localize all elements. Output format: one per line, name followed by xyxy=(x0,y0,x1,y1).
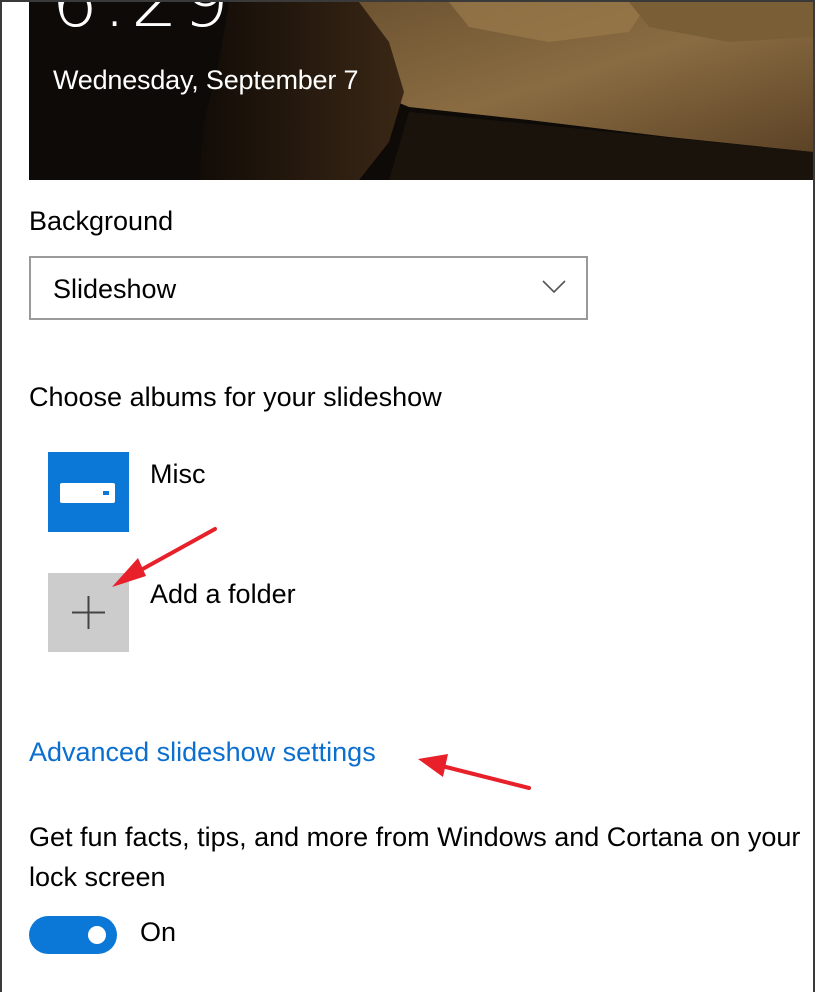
background-label: Background xyxy=(29,206,174,236)
fun-facts-description: Get fun facts, tips, and more from Windo… xyxy=(29,822,801,892)
plus-icon xyxy=(72,596,105,629)
background-dropdown[interactable]: Slideshow xyxy=(29,256,588,320)
drive-led xyxy=(103,491,109,495)
fun-facts-toggle-state: On xyxy=(140,917,177,947)
albums-heading: Choose albums for your slideshow xyxy=(29,382,442,412)
add-folder-label[interactable]: Add a folder xyxy=(150,579,296,610)
lock-screen-settings-panel: 6:29 Wednesday, September 7 Background S… xyxy=(0,0,815,992)
lock-screen-preview: 6:29 Wednesday, September 7 xyxy=(29,2,813,180)
background-dropdown-value: Slideshow xyxy=(53,274,177,304)
album-label-misc: Misc xyxy=(150,459,206,489)
arrow-to-advanced-link xyxy=(418,754,531,790)
advanced-slideshow-settings-link[interactable]: Advanced slideshow settings xyxy=(29,737,376,768)
chevron-down-icon xyxy=(542,280,566,294)
fun-facts-toggle[interactable] xyxy=(29,916,117,954)
preview-date: Wednesday, September 7 xyxy=(53,65,359,95)
toggle-knob xyxy=(88,926,106,944)
album-tile-misc[interactable] xyxy=(48,452,129,532)
add-folder-button[interactable] xyxy=(48,573,129,652)
preview-clock: 6:29 xyxy=(51,2,233,44)
